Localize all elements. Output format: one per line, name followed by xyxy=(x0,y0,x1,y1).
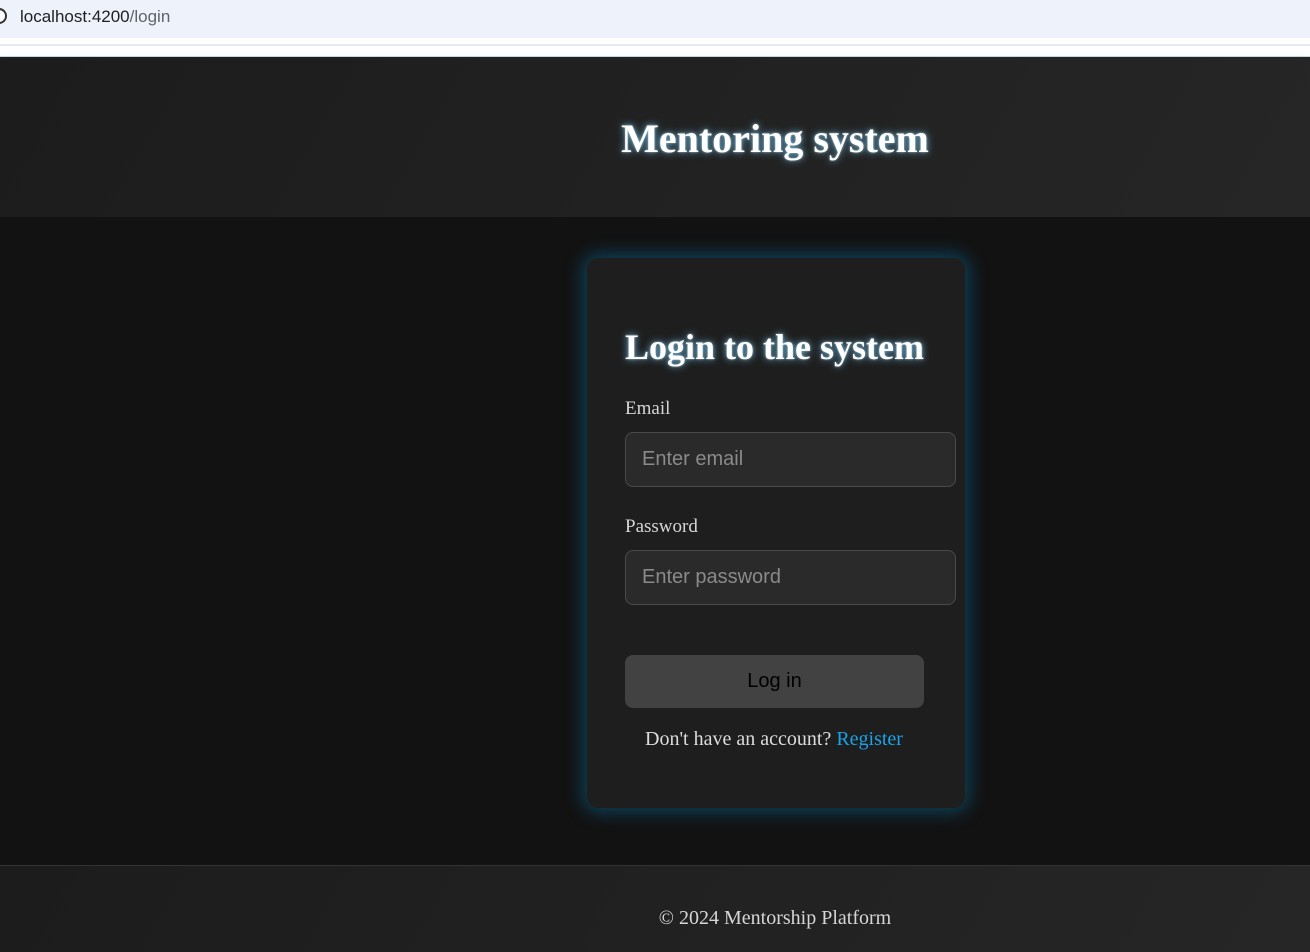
login-title: Login to the system xyxy=(625,327,924,367)
url-host: localhost:4200 xyxy=(20,7,130,26)
register-link[interactable]: Register xyxy=(836,728,903,750)
site-header: Mentoring system xyxy=(0,57,1310,217)
login-card: Login to the system Email Password Log i… xyxy=(587,258,965,808)
email-field[interactable] xyxy=(625,432,956,487)
footer-copyright: © 2024 Mentorship Platform xyxy=(658,907,892,929)
browser-toolbar-edge xyxy=(0,38,1310,57)
browser-address-bar: localhost:4200/login xyxy=(0,0,1310,38)
register-prompt: Don't have an account? Register xyxy=(645,728,903,751)
register-prompt-text: Don't have an account? xyxy=(645,728,832,750)
url-path: /login xyxy=(129,7,171,26)
address-url[interactable]: localhost:4200/login xyxy=(20,7,170,27)
site-title: Mentoring system xyxy=(621,116,929,161)
site-footer: © 2024 Mentorship Platform xyxy=(0,865,1310,952)
email-label: Email xyxy=(625,398,671,419)
login-button[interactable]: Log in xyxy=(625,655,924,708)
password-field[interactable] xyxy=(625,550,956,605)
site-info-icon[interactable] xyxy=(0,8,7,24)
password-label: Password xyxy=(625,516,698,537)
